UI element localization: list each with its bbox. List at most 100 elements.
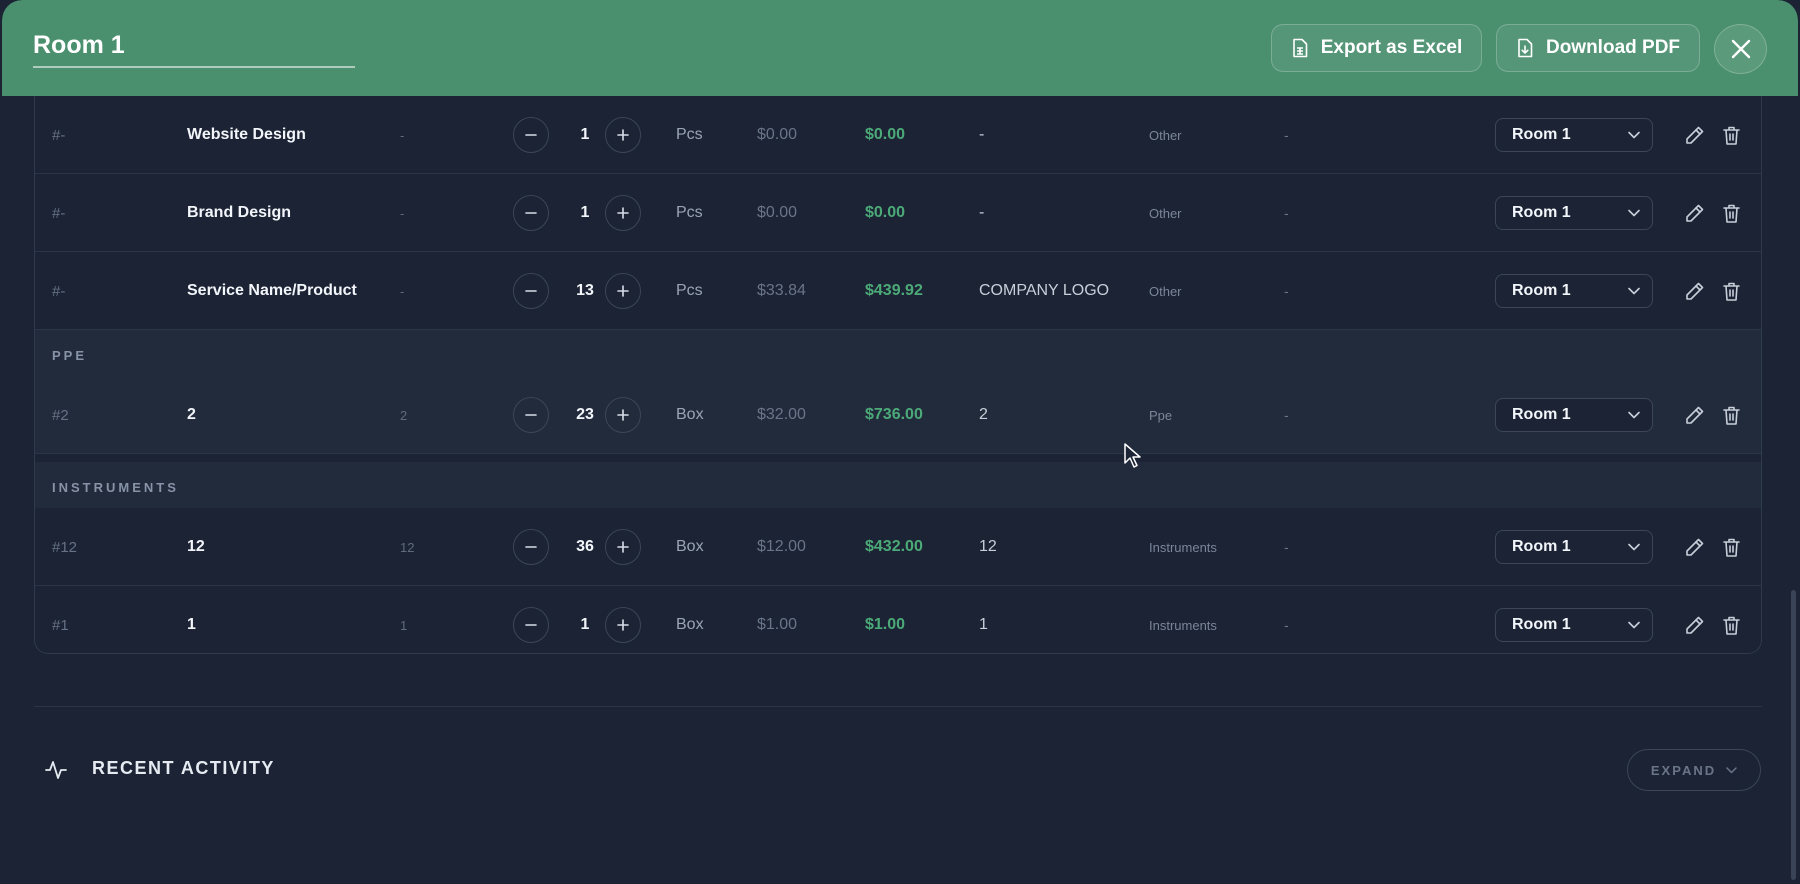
increase-quantity-button[interactable] xyxy=(605,607,641,643)
decrease-quantity-button[interactable] xyxy=(513,397,549,433)
room-select-value: Room 1 xyxy=(1512,406,1571,423)
item-category: Other xyxy=(1149,205,1182,221)
quantity-stepper-minus-cell xyxy=(513,586,549,653)
item-brand: - xyxy=(979,204,985,221)
decrease-quantity-button[interactable] xyxy=(513,529,549,565)
table-row: #12 12 12 Box $12.00 $432.00 12 Instruments - 36 R… xyxy=(35,508,1761,586)
pencil-icon xyxy=(1685,406,1703,424)
item-note: - xyxy=(1284,127,1289,143)
increase-quantity-button[interactable] xyxy=(605,117,641,153)
item-sku: 12 xyxy=(400,539,415,555)
room-select-cell: Room 1 xyxy=(1495,376,1653,454)
delete-button[interactable] xyxy=(1719,279,1743,303)
item-unit: Box xyxy=(676,616,704,633)
modal-header: Export as Excel Download PDF xyxy=(2,0,1798,96)
trash-icon xyxy=(1722,282,1740,301)
item-unit: Pcs xyxy=(676,282,703,299)
quantity-stepper-minus-cell xyxy=(513,252,549,330)
quantity-stepper-minus-cell xyxy=(513,174,549,252)
edit-button[interactable] xyxy=(1682,613,1706,637)
expand-button[interactable]: EXPAND xyxy=(1627,749,1761,791)
item-unit-price: $33.84 xyxy=(757,282,806,299)
close-icon xyxy=(1731,39,1750,59)
room-select[interactable]: Room 1 xyxy=(1495,196,1653,230)
export-excel-button[interactable]: Export as Excel xyxy=(1271,24,1482,72)
plus-icon xyxy=(617,285,629,297)
quantity-value[interactable]: 36 xyxy=(563,508,607,586)
delete-button[interactable] xyxy=(1719,123,1743,147)
quantity-value[interactable]: 1 xyxy=(563,586,607,653)
quantity-stepper-plus-cell xyxy=(605,376,641,454)
delete-cell xyxy=(1719,174,1743,252)
item-unit: Box xyxy=(676,538,704,555)
quantity-stepper-plus-cell xyxy=(605,252,641,330)
edit-button[interactable] xyxy=(1682,535,1706,559)
item-name: 1 xyxy=(187,616,196,633)
trash-icon xyxy=(1722,406,1740,425)
item-unit-price: $1.00 xyxy=(757,616,798,633)
scrollbar-thumb[interactable] xyxy=(1791,590,1796,880)
decrease-quantity-button[interactable] xyxy=(513,117,549,153)
decrease-quantity-button[interactable] xyxy=(513,607,549,643)
item-note: - xyxy=(1284,205,1289,221)
delete-cell xyxy=(1719,96,1743,174)
minus-icon xyxy=(525,290,537,292)
room-select-cell: Room 1 xyxy=(1495,96,1653,174)
item-brand: - xyxy=(979,126,985,143)
table-row: #1 1 1 Box $1.00 $1.00 1 Instruments - 1 Room 1 xyxy=(35,586,1761,653)
room-select[interactable]: Room 1 xyxy=(1495,398,1653,432)
quantity-value[interactable]: 13 xyxy=(563,252,607,330)
item-unit-price: $32.00 xyxy=(757,406,806,423)
room-select-cell: Room 1 xyxy=(1495,508,1653,586)
quantity-value[interactable]: 23 xyxy=(563,376,607,454)
delete-cell xyxy=(1719,252,1743,330)
delete-button[interactable] xyxy=(1719,613,1743,637)
quantity-stepper-minus-cell xyxy=(513,376,549,454)
item-total: $432.00 xyxy=(865,538,923,555)
room-select[interactable]: Room 1 xyxy=(1495,530,1653,564)
quantity-value[interactable]: 1 xyxy=(563,96,607,174)
edit-button[interactable] xyxy=(1682,201,1706,225)
edit-button[interactable] xyxy=(1682,123,1706,147)
edit-cell xyxy=(1682,252,1706,330)
increase-quantity-button[interactable] xyxy=(605,397,641,433)
increase-quantity-button[interactable] xyxy=(605,529,641,565)
edit-button[interactable] xyxy=(1682,279,1706,303)
pulse-icon xyxy=(45,761,67,779)
item-total: $0.00 xyxy=(865,204,906,221)
minus-icon xyxy=(525,624,537,626)
item-sku: - xyxy=(400,127,405,143)
edit-cell xyxy=(1682,376,1706,454)
recent-activity-title: RECENT ACTIVITY xyxy=(92,758,275,778)
close-button[interactable] xyxy=(1714,24,1767,74)
item-brand: 2 xyxy=(979,406,988,423)
minus-icon xyxy=(525,134,537,136)
room-select[interactable]: Room 1 xyxy=(1495,608,1653,642)
download-pdf-button[interactable]: Download PDF xyxy=(1496,24,1700,72)
room-select[interactable]: Room 1 xyxy=(1495,274,1653,308)
room-title-input[interactable] xyxy=(33,28,355,68)
trash-icon xyxy=(1722,616,1740,635)
room-select-value: Room 1 xyxy=(1512,616,1571,633)
room-select[interactable]: Room 1 xyxy=(1495,118,1653,152)
delete-button[interactable] xyxy=(1719,201,1743,225)
item-unit-price: $12.00 xyxy=(757,538,806,555)
decrease-quantity-button[interactable] xyxy=(513,195,549,231)
quantity-value[interactable]: 1 xyxy=(563,174,607,252)
increase-quantity-button[interactable] xyxy=(605,273,641,309)
decrease-quantity-button[interactable] xyxy=(513,273,549,309)
item-name: 12 xyxy=(187,538,205,555)
edit-cell xyxy=(1682,508,1706,586)
table-row: #2 2 2 Box $32.00 $736.00 2 Ppe - 23 Room 1 xyxy=(35,376,1761,454)
table-row: #- Website Design - Pcs $0.00 $0.00 - Other - 1 Ro… xyxy=(35,96,1761,174)
item-sku: 1 xyxy=(400,617,408,633)
increase-quantity-button[interactable] xyxy=(605,195,641,231)
edit-button[interactable] xyxy=(1682,403,1706,427)
item-unit: Pcs xyxy=(676,204,703,221)
item-category: Instruments xyxy=(1149,617,1217,633)
delete-button[interactable] xyxy=(1719,403,1743,427)
item-id: #2 xyxy=(52,406,69,424)
plus-icon xyxy=(617,541,629,553)
delete-button[interactable] xyxy=(1719,535,1743,559)
items-table: #- Website Design - Pcs $0.00 $0.00 - Other - 1 Ro… xyxy=(34,96,1762,654)
